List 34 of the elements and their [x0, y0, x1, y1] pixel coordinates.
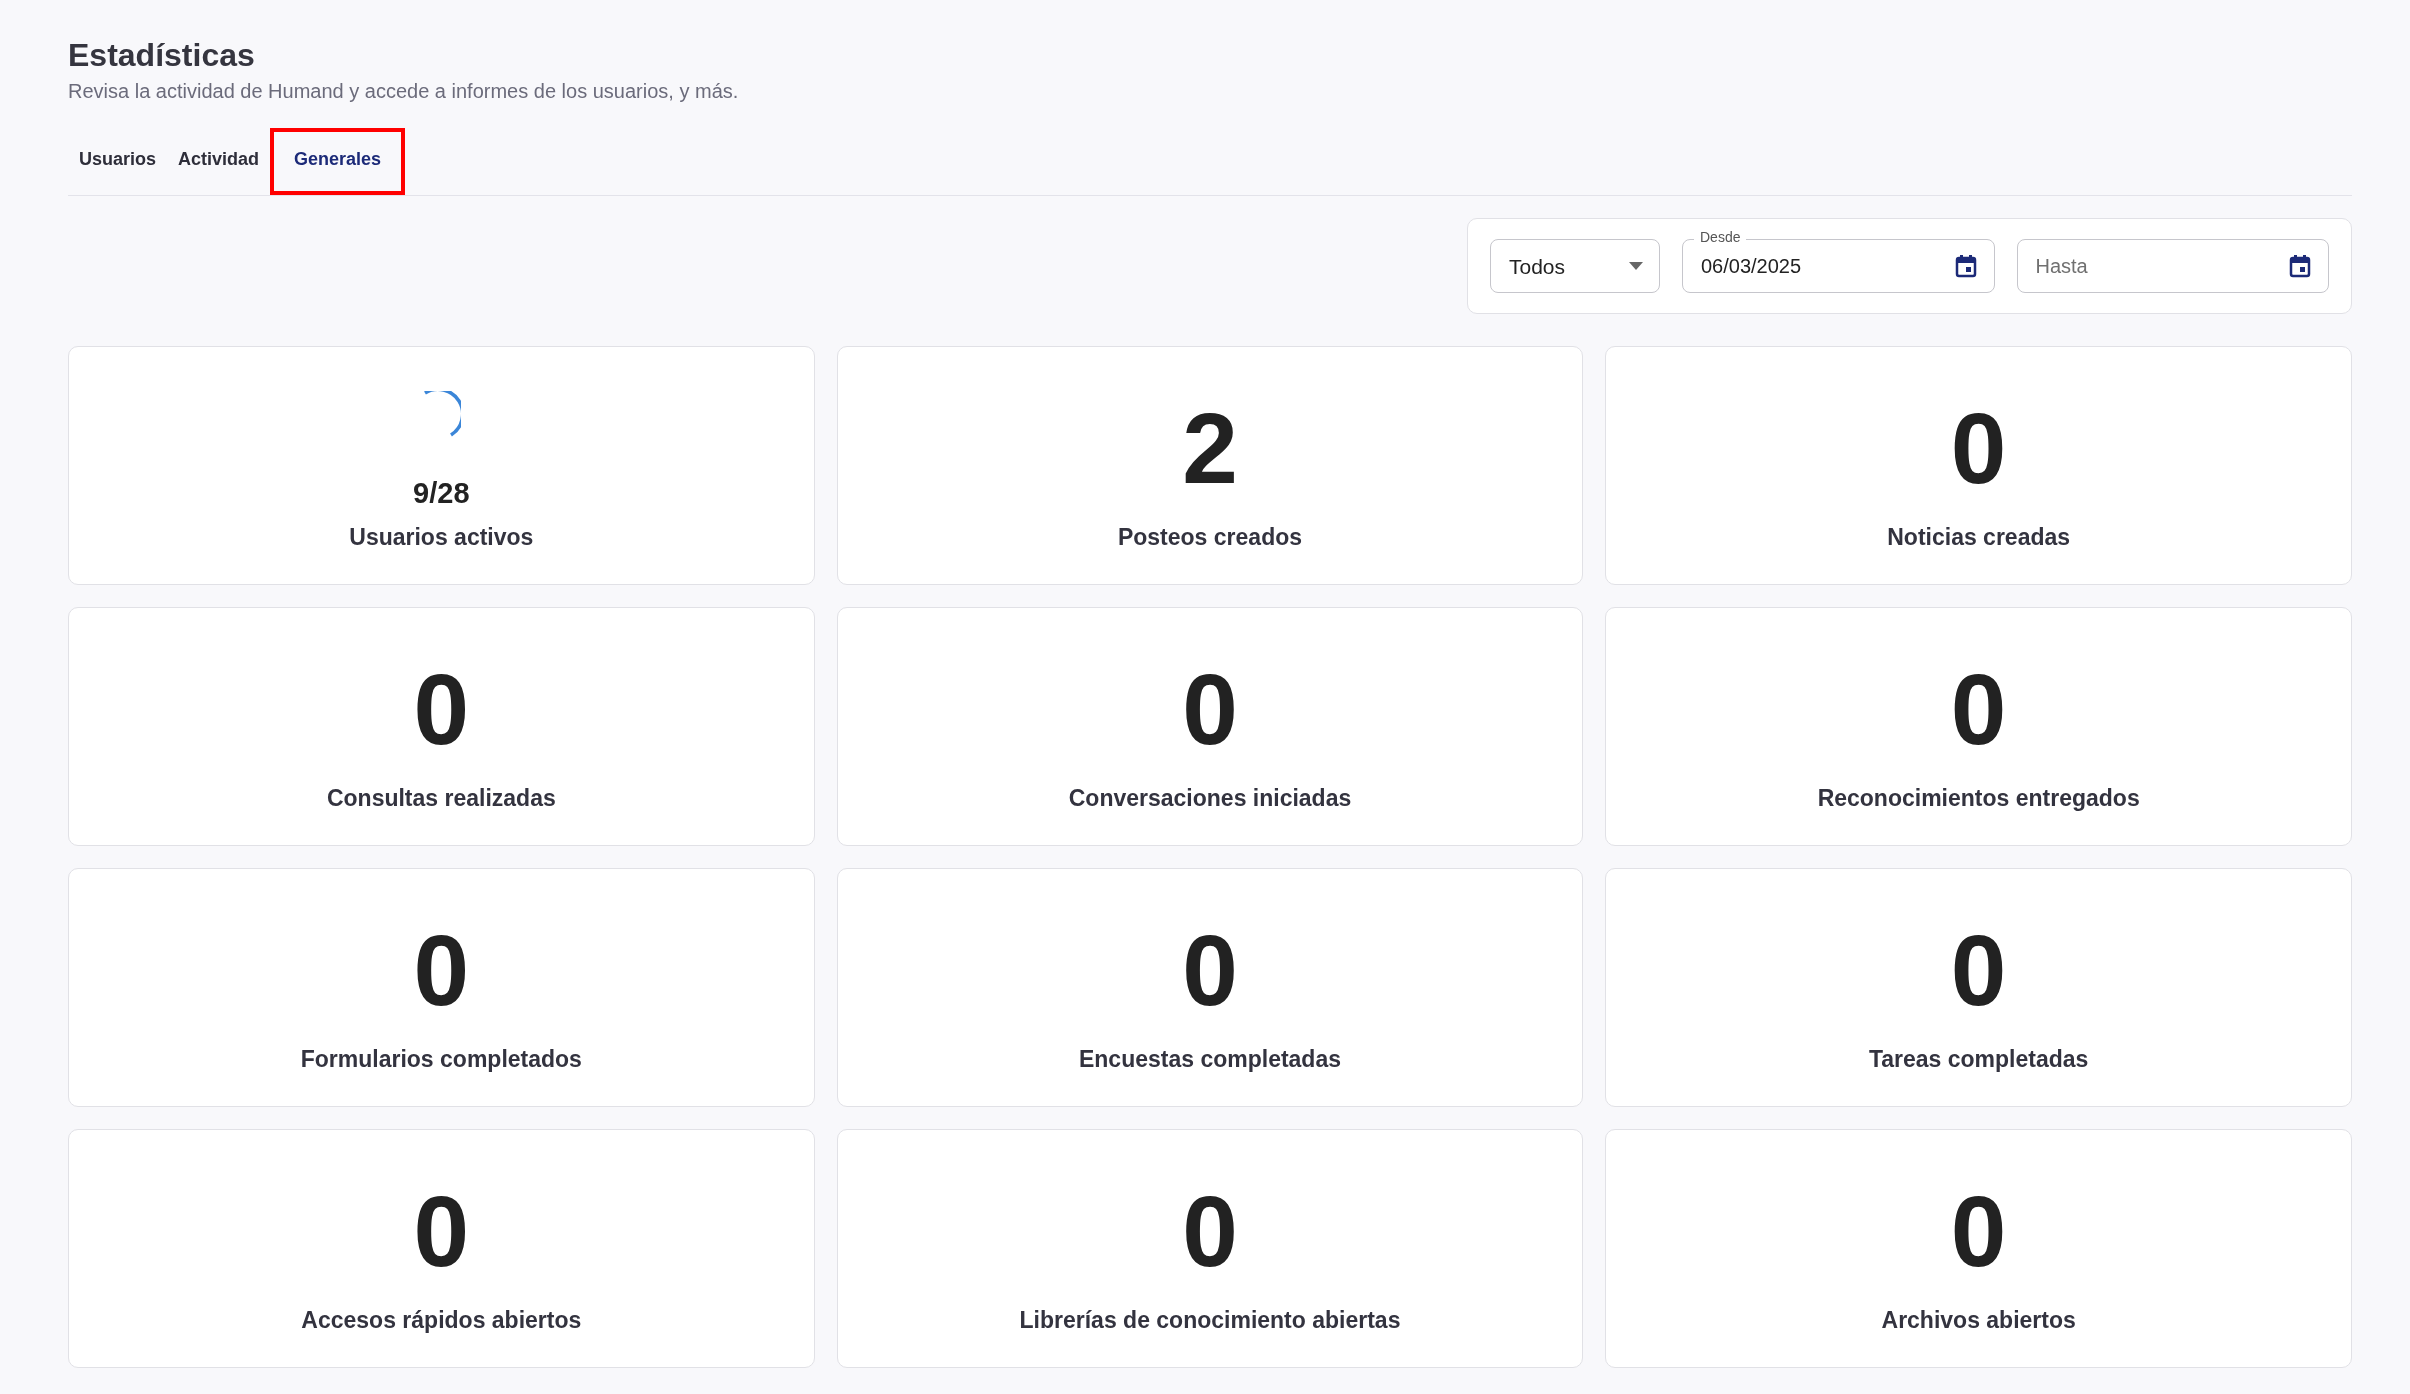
stat-label: Consultas realizadas [326, 783, 556, 813]
stat-value: 0 [1950, 1180, 2007, 1281]
calendar-icon[interactable] [2289, 254, 2311, 279]
stat-label: Conversaciones iniciadas [1068, 783, 1352, 813]
stat-value: 0 [413, 919, 470, 1020]
date-field[interactable]: Hasta [2016, 239, 2329, 294]
stat-label: Archivos abiertos [1881, 1305, 2076, 1335]
stat-value: 0 [1182, 658, 1238, 759]
stat-label: Encuestas completadas [1078, 1044, 1341, 1074]
stat-label: Librerías de conocimiento abiertas [1019, 1305, 1401, 1335]
page-subtitle: Revisa la actividad de Humand y accede a informes de los usuarios, y más. [68, 79, 740, 105]
stat-value: 0 [1950, 919, 2007, 1020]
page-title: Estadísticas [68, 36, 256, 75]
caret-icon [1629, 262, 1643, 271]
stat-value: 2 [1182, 397, 1238, 498]
stat-value: 0 [1950, 658, 2007, 759]
calendar-icon[interactable] [1954, 254, 1977, 279]
stat-value: 0 [1950, 397, 2007, 498]
stat-value: 9/28 [413, 476, 470, 512]
stat-label: Noticias creadas [1887, 522, 2071, 552]
stat-value: 0 [1182, 919, 1238, 1020]
stat-label: Reconocimientos entregados [1817, 783, 2140, 813]
stat-value: 0 [413, 658, 470, 759]
stat-label: Posteos creados [1117, 522, 1303, 552]
tab[interactable]: Generales [270, 128, 406, 196]
stat-label: Accesos rápidos abiertos [301, 1305, 582, 1335]
tab[interactable]: Usuarios [68, 128, 168, 196]
stat-label: Usuarios activos [349, 522, 534, 552]
stat-label: Formularios completados [300, 1044, 582, 1074]
stat-label: Tareas completadas [1868, 1044, 2089, 1074]
stat-value: 0 [1182, 1180, 1238, 1281]
stat-value: 0 [413, 1180, 470, 1281]
scope-select[interactable]: Todos [1490, 239, 1660, 294]
tab[interactable]: Actividad [167, 128, 271, 196]
